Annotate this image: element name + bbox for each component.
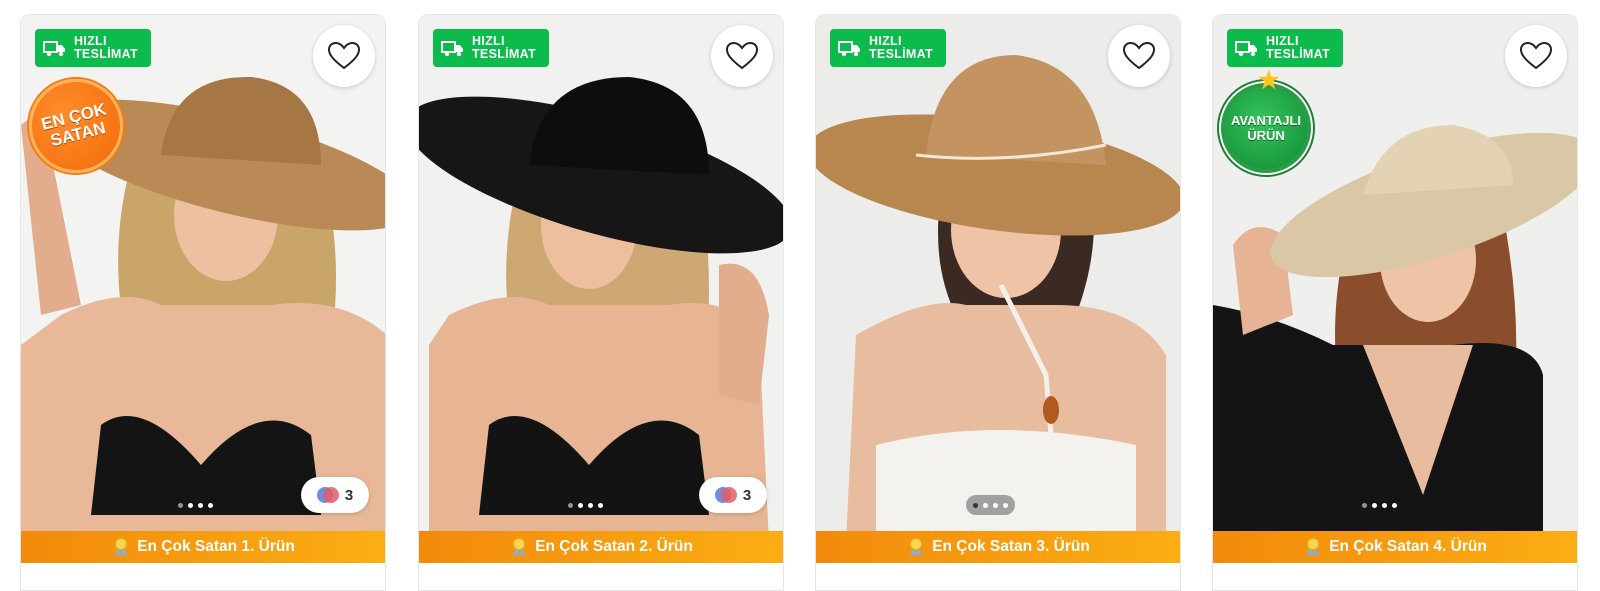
fast-delivery-line-2: TESLİMAT (1266, 47, 1330, 61)
fast-delivery-line-2: TESLİMAT (74, 47, 138, 61)
color-options-button[interactable]: 3 (699, 477, 767, 513)
seal-line-2: ÜRÜN (1247, 128, 1285, 143)
advantage-product-seal: ★ AVANTAJLI ÜRÜN (1221, 69, 1311, 173)
heart-outline-icon (1122, 41, 1156, 70)
image-pagination-dots (1355, 495, 1404, 515)
color-count: 3 (742, 486, 752, 504)
seal-line-1: AVANTAJLI (1230, 113, 1302, 128)
heart-outline-icon (1519, 41, 1553, 70)
color-count: 3 (344, 486, 354, 504)
medal-icon (909, 537, 923, 557)
fast-delivery-badge: HIZLI TESLİMAT (35, 29, 151, 67)
best-seller-rank-bar: En Çok Satan 1. Ürün (21, 531, 385, 563)
medal-icon (114, 537, 128, 557)
fast-delivery-badge: HIZLI TESLİMAT (1227, 29, 1343, 67)
image-pagination-dots (171, 495, 220, 515)
medal-icon (512, 537, 526, 557)
product-image[interactable] (816, 15, 1180, 543)
color-swatches-icon (316, 487, 339, 503)
favorite-button[interactable] (711, 25, 773, 87)
favorite-button[interactable] (313, 25, 375, 87)
rank-label: En Çok Satan 3. Ürün (932, 538, 1090, 555)
product-card[interactable]: HIZLI TESLİMAT 3 En Çok Satan 2. Ürün (418, 14, 784, 591)
product-image[interactable] (419, 15, 783, 543)
best-seller-rank-bar: En Çok Satan 3. Ürün (816, 531, 1180, 563)
color-swatches-icon (714, 487, 737, 503)
fast-delivery-line-2: TESLİMAT (869, 47, 933, 61)
rank-label: En Çok Satan 1. Ürün (137, 538, 295, 555)
image-pagination-dots (966, 495, 1015, 515)
heart-outline-icon (725, 41, 759, 70)
best-seller-rank-bar: En Çok Satan 4. Ürün (1213, 531, 1577, 563)
favorite-button[interactable] (1505, 25, 1567, 87)
heart-outline-icon (327, 41, 361, 70)
best-seller-rank-bar: En Çok Satan 2. Ürün (419, 531, 783, 563)
image-pagination-dots (561, 495, 610, 515)
truck-icon (43, 41, 65, 57)
truck-icon (441, 41, 463, 57)
truck-icon (838, 41, 860, 57)
fast-delivery-line-2: TESLİMAT (472, 47, 536, 61)
truck-icon (1235, 41, 1257, 57)
product-card[interactable]: HIZLI TESLİMAT En Çok Satan 3. Ürün (815, 14, 1181, 591)
rank-label: En Çok Satan 4. Ürün (1329, 538, 1487, 555)
product-card[interactable]: HIZLI TESLİMAT ★ AVANTAJLI ÜRÜN En Çok S… (1212, 14, 1578, 591)
fast-delivery-badge: HIZLI TESLİMAT (433, 29, 549, 67)
product-card[interactable]: HIZLI TESLİMAT EN ÇOK SATAN 3 En Çok Sat… (20, 14, 386, 591)
color-options-button[interactable]: 3 (301, 477, 369, 513)
fast-delivery-badge: HIZLI TESLİMAT (830, 29, 946, 67)
favorite-button[interactable] (1108, 25, 1170, 87)
rank-label: En Çok Satan 2. Ürün (535, 538, 693, 555)
medal-icon (1306, 537, 1320, 557)
star-icon: ★ (1258, 67, 1280, 94)
